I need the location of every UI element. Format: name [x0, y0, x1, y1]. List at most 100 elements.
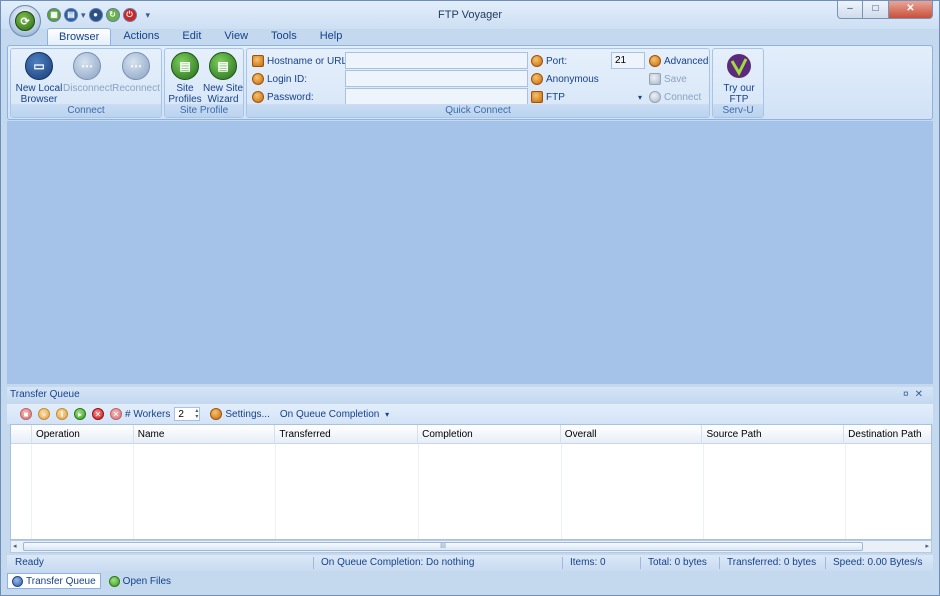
column-header-source-path[interactable]: Source Path — [702, 425, 845, 444]
column-header-icon[interactable] — [11, 425, 32, 444]
anonymous-icon — [531, 73, 543, 85]
save-label: Save — [664, 73, 687, 85]
connect-group: ▭ New Local Browser ⋯ Disconnect ⋯ Recon… — [10, 48, 162, 118]
skip-icon[interactable]: » — [38, 408, 50, 420]
remove-icon[interactable]: ✕ — [92, 408, 104, 420]
password-input[interactable] — [345, 88, 528, 105]
chevron-down-icon: ▾ — [385, 409, 390, 419]
serv-u-group-label: Serv-U — [713, 104, 763, 117]
scrollbar-thumb[interactable]: III — [23, 542, 863, 551]
close-button[interactable]: ✕ — [889, 1, 933, 19]
tab-help[interactable]: Help — [309, 28, 354, 46]
column-header-transferred[interactable]: Transferred — [275, 425, 419, 444]
new-local-browser-button[interactable]: ▭ New Local Browser — [14, 52, 64, 105]
close-panel-icon[interactable]: ✕ — [915, 389, 929, 400]
login-input[interactable] — [345, 70, 528, 87]
tab-tools[interactable]: Tools — [260, 28, 308, 46]
browser-workspace[interactable] — [7, 121, 933, 384]
panel-controls: ¤✕ — [903, 387, 929, 402]
advanced-icon — [649, 55, 661, 67]
status-items: Items: 0 — [570, 557, 606, 568]
workers-stepper[interactable]: 2 ▴ ▾ — [174, 407, 201, 421]
tab-open-files-label: Open Files — [122, 575, 172, 587]
site-profiles-button[interactable]: ▤ Site Profiles — [167, 52, 203, 105]
connect-button[interactable]: Connect — [649, 89, 701, 105]
pause-icon[interactable]: ‖ — [56, 408, 68, 420]
app-window: ▦ ▤ ▾ ● ↻ ⏻ ▾ FTP Voyager – □ ✕ ⟳ Browse… — [0, 0, 940, 596]
connect-icon — [649, 91, 661, 103]
status-speed: Speed: 0.00 Bytes/s — [833, 557, 923, 568]
new-site-wizard-button[interactable]: ▤ New Site Wizard — [203, 52, 243, 105]
reconnect-button[interactable]: ⋯ Reconnect — [111, 52, 161, 94]
maximize-button[interactable]: □ — [863, 1, 889, 19]
tab-transfer-queue-label: Transfer Queue — [26, 575, 96, 587]
status-ready: Ready — [15, 557, 44, 568]
login-label: Login ID: — [267, 73, 308, 85]
hostname-input[interactable] — [345, 52, 528, 69]
disconnect-label: Disconnect — [63, 83, 113, 94]
port-input[interactable] — [611, 52, 645, 69]
tab-browser[interactable]: Browser — [47, 28, 112, 46]
scroll-right-icon[interactable]: ▸ — [925, 541, 929, 552]
quick-connect-group: Hostname or URL: Login ID: Password: Por… — [246, 48, 710, 118]
port-row: Port: — [531, 53, 567, 69]
transfer-queue-table[interactable]: Operation Name Transferred Completion Ov… — [10, 424, 932, 540]
disconnect-button[interactable]: ⋯ Disconnect — [63, 52, 113, 94]
tab-edit[interactable]: Edit — [171, 28, 212, 46]
window-title: FTP Voyager — [438, 9, 502, 21]
scroll-left-icon[interactable]: ◂ — [13, 541, 17, 552]
disconnect-icon: ⋯ — [73, 52, 101, 80]
minimize-button[interactable]: – — [837, 1, 863, 19]
monitor-icon: ▭ — [25, 52, 53, 80]
table-header: Operation Name Transferred Completion Ov… — [11, 425, 931, 444]
status-bar: Ready On Queue Completion: Do nothing It… — [7, 555, 933, 571]
clear-icon[interactable]: ✕ — [110, 408, 122, 420]
pin-icon[interactable]: ¤ — [903, 389, 915, 400]
column-header-operation[interactable]: Operation — [32, 425, 134, 444]
tab-transfer-queue[interactable]: Transfer Queue — [7, 573, 101, 589]
new-site-wizard-label: New Site Wizard — [203, 83, 244, 105]
hostname-icon — [252, 55, 264, 67]
column-header-name[interactable]: Name — [134, 425, 276, 444]
anonymous-checkbox[interactable]: Anonymous — [531, 71, 599, 87]
tab-open-files[interactable]: Open Files — [105, 573, 175, 589]
application-menu-button[interactable]: ⟳ — [9, 5, 41, 37]
scrollbar-grip: III — [440, 543, 446, 550]
column-header-overall[interactable]: Overall — [561, 425, 703, 444]
quick-connect-group-label: Quick Connect — [247, 104, 709, 117]
play-icon[interactable]: ▸ — [74, 408, 86, 420]
window-controls: – □ ✕ — [837, 1, 933, 19]
status-total: Total: 0 bytes — [648, 557, 707, 568]
ftp-protocol-icon — [531, 91, 543, 103]
site-profile-group-label: Site Profile — [165, 104, 243, 117]
port-icon — [531, 55, 543, 67]
workers-label: # Workers — [125, 408, 171, 420]
tab-view[interactable]: View — [213, 28, 259, 46]
connect-group-label: Connect — [11, 104, 161, 117]
transfer-queue-icon — [12, 575, 23, 587]
reconnect-label: Reconnect — [112, 83, 160, 94]
on-queue-completion-dropdown[interactable]: On Queue Completion ▾ — [280, 409, 389, 420]
horizontal-scrollbar[interactable]: ◂ III ▸ — [10, 540, 932, 553]
new-local-browser-label: New Local Browser — [15, 83, 63, 105]
protocol-select[interactable]: FTP ▾ — [531, 89, 645, 105]
stop-icon[interactable]: ■ — [20, 408, 32, 420]
column-header-completion[interactable]: Completion — [418, 425, 561, 444]
settings-button[interactable]: Settings... — [225, 409, 269, 420]
save-icon — [649, 73, 661, 85]
hostname-row: Hostname or URL: — [252, 53, 350, 69]
ribbon-tabs: Browser Actions Edit View Tools Help — [47, 28, 354, 46]
workers-value: 2 — [178, 408, 184, 420]
stepper-arrows-icon[interactable]: ▴ ▾ — [195, 408, 198, 420]
save-button[interactable]: Save — [649, 71, 687, 87]
chevron-down-icon: ▾ — [637, 92, 642, 102]
password-row: Password: — [252, 89, 314, 105]
advanced-button[interactable]: Advanced — [649, 53, 708, 69]
tab-actions[interactable]: Actions — [112, 28, 170, 46]
status-queue-completion: On Queue Completion: Do nothing — [321, 557, 475, 568]
bottom-panel-tabs: Transfer Queue Open Files — [7, 572, 933, 590]
column-header-destination-path[interactable]: Destination Path — [844, 425, 931, 444]
password-label: Password: — [267, 91, 314, 103]
hostname-label: Hostname or URL: — [267, 55, 350, 67]
on-queue-completion-label: On Queue Completion — [279, 408, 380, 420]
